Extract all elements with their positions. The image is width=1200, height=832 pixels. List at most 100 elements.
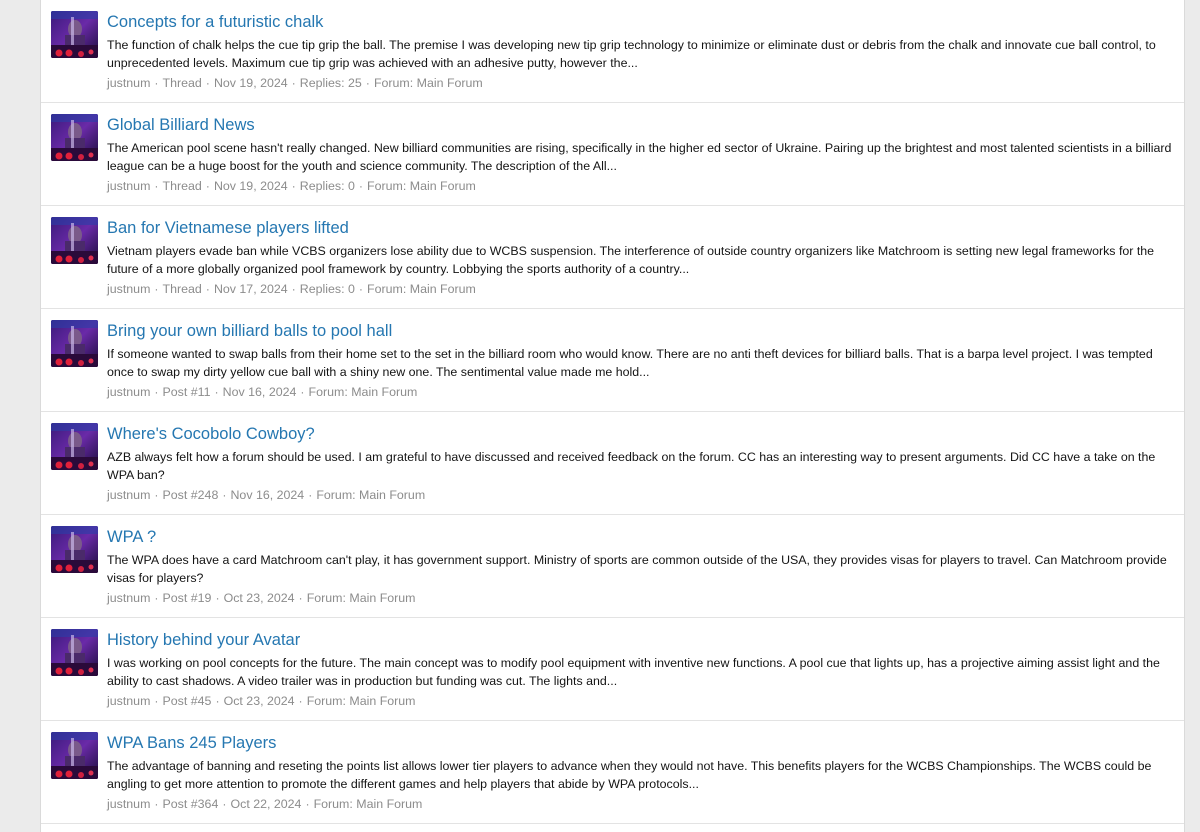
result-title-link[interactable]: Ban for Vietnamese players lifted bbox=[107, 217, 1172, 239]
forum-link[interactable]: Main Forum bbox=[410, 282, 476, 296]
content-type: Post #248 bbox=[162, 488, 219, 502]
avatar-image bbox=[51, 732, 98, 779]
content-type: Thread bbox=[162, 282, 202, 296]
avatar-image bbox=[51, 423, 98, 470]
author-link[interactable]: justnum bbox=[107, 797, 150, 811]
meta-separator: · bbox=[154, 694, 159, 708]
forum-label: Forum: bbox=[313, 797, 353, 811]
result-meta: justnum · Post #45 · Oct 23, 2024 · Forum: Mai… bbox=[107, 692, 1172, 710]
meta-separator: · bbox=[154, 797, 159, 811]
result-meta: justnum · Post #11 · Nov 16, 2024 · Forum: Mai… bbox=[107, 383, 1172, 401]
result-snippet: The advantage of banning and reseting th… bbox=[107, 759, 1152, 791]
result-content: Where's Cocobolo Cowboy? AZB always felt… bbox=[107, 423, 1172, 504]
forum-link[interactable]: Main Forum bbox=[410, 179, 476, 193]
avatar-image bbox=[51, 526, 98, 573]
meta-separator: · bbox=[154, 179, 159, 193]
reply-count: Replies: 0 bbox=[299, 179, 355, 193]
meta-separator: · bbox=[205, 282, 210, 296]
meta-separator: · bbox=[298, 694, 303, 708]
search-results-list: Concepts for a futuristic chalk The func… bbox=[40, 0, 1185, 832]
extra-wrap: · Replies: 0 bbox=[288, 282, 355, 296]
author-link[interactable]: justnum bbox=[107, 694, 150, 708]
user-avatar[interactable] bbox=[51, 732, 98, 779]
meta-separator: · bbox=[205, 179, 210, 193]
forum-link[interactable]: Main Forum bbox=[349, 591, 415, 605]
post-date: Nov 16, 2024 bbox=[222, 385, 297, 399]
meta-separator: · bbox=[222, 488, 227, 502]
content-type: Thread bbox=[162, 76, 202, 90]
extra-wrap: · Replies: 25 bbox=[288, 76, 362, 90]
result-content: Ban for Vietnamese players lifted Vietna… bbox=[107, 217, 1172, 298]
result-snippet: AZB always felt how a forum should be us… bbox=[107, 450, 1156, 482]
forum-label: Forum: bbox=[308, 385, 348, 399]
post-date: Oct 23, 2024 bbox=[223, 591, 295, 605]
user-avatar[interactable] bbox=[51, 526, 98, 573]
meta-separator: · bbox=[291, 282, 296, 296]
forum-link[interactable]: Main Forum bbox=[349, 694, 415, 708]
meta-separator: · bbox=[215, 591, 220, 605]
meta-separator: · bbox=[222, 797, 227, 811]
meta-separator: · bbox=[205, 76, 210, 90]
result-title-link[interactable]: Concepts for a futuristic chalk bbox=[107, 11, 1172, 33]
search-result-item: WPA Bans 245 Players The advantage of ba… bbox=[41, 721, 1184, 824]
result-title-link[interactable]: WPA Bans 245 Players bbox=[107, 732, 1172, 754]
meta-separator: · bbox=[358, 179, 364, 193]
result-content: History behind your Avatar I was working… bbox=[107, 629, 1172, 710]
meta-separator: · bbox=[291, 76, 296, 90]
avatar-image bbox=[51, 217, 98, 264]
result-title-link[interactable]: WPA ? bbox=[107, 526, 1172, 548]
meta-separator: · bbox=[215, 694, 220, 708]
forum-link[interactable]: Main Forum bbox=[359, 488, 425, 502]
result-snippet: I was working on pool concepts for the f… bbox=[107, 656, 1160, 688]
user-avatar[interactable] bbox=[51, 114, 98, 161]
user-avatar[interactable] bbox=[51, 320, 98, 367]
result-title-link[interactable]: Bring your own billiard balls to pool ha… bbox=[107, 320, 1172, 342]
search-result-item: Where's Cocobolo Cowboy? AZB always felt… bbox=[41, 412, 1184, 515]
meta-separator: · bbox=[154, 282, 159, 296]
post-date: Oct 23, 2024 bbox=[223, 694, 295, 708]
result-content: WPA ? The WPA does have a card Matchroom… bbox=[107, 526, 1172, 607]
meta-separator: · bbox=[214, 385, 219, 399]
author-link[interactable]: justnum bbox=[107, 591, 150, 605]
result-meta: justnum · Thread · Nov 19, 2024 · Replies: 0 · F… bbox=[107, 177, 1172, 195]
post-date: Oct 22, 2024 bbox=[230, 797, 302, 811]
search-result-item: Ban for Vietnamese players lifted Vietna… bbox=[41, 206, 1184, 309]
meta-separator: · bbox=[358, 282, 364, 296]
user-avatar[interactable] bbox=[51, 11, 98, 58]
meta-separator: · bbox=[291, 179, 296, 193]
forum-label: Forum: bbox=[316, 488, 356, 502]
result-meta: justnum · Thread · Nov 19, 2024 · Replies: 25 ·… bbox=[107, 74, 1172, 92]
reply-count: Replies: 25 bbox=[299, 76, 362, 90]
forum-label: Forum: bbox=[367, 282, 407, 296]
meta-separator: · bbox=[308, 488, 313, 502]
user-avatar[interactable] bbox=[51, 629, 98, 676]
forum-label: Forum: bbox=[373, 76, 414, 90]
user-avatar[interactable] bbox=[51, 423, 98, 470]
forum-link[interactable]: Main Forum bbox=[351, 385, 417, 399]
result-snippet: The function of chalk helps the cue tip … bbox=[107, 38, 1156, 70]
result-content: WPA Bans 245 Players The advantage of ba… bbox=[107, 732, 1172, 813]
author-link[interactable]: justnum bbox=[107, 76, 150, 90]
result-title-link[interactable]: Global Billiard News bbox=[107, 114, 1172, 136]
result-title-link[interactable]: Where's Cocobolo Cowboy? bbox=[107, 423, 1172, 445]
search-result-item: History behind your Avatar I was working… bbox=[41, 618, 1184, 721]
result-title-link[interactable]: History behind your Avatar bbox=[107, 629, 1172, 651]
avatar-image bbox=[51, 320, 98, 367]
meta-separator: · bbox=[365, 76, 370, 90]
result-snippet: The WPA does have a card Matchroom can't… bbox=[107, 553, 1167, 585]
author-link[interactable]: justnum bbox=[107, 385, 150, 399]
content-type: Thread bbox=[162, 179, 202, 193]
forum-link[interactable]: Main Forum bbox=[417, 76, 483, 90]
author-link[interactable]: justnum bbox=[107, 488, 150, 502]
result-snippet: If someone wanted to swap balls from the… bbox=[107, 347, 1153, 379]
avatar-image bbox=[51, 629, 98, 676]
user-avatar[interactable] bbox=[51, 217, 98, 264]
result-snippet: Vietnam players evade ban while VCBS org… bbox=[107, 244, 1155, 276]
meta-separator: · bbox=[305, 797, 310, 811]
author-link[interactable]: justnum bbox=[107, 282, 150, 296]
meta-separator: · bbox=[298, 591, 303, 605]
forum-link[interactable]: Main Forum bbox=[356, 797, 422, 811]
meta-separator: · bbox=[154, 591, 159, 605]
author-link[interactable]: justnum bbox=[107, 179, 150, 193]
search-result-item: Global Billiard News The American pool s… bbox=[41, 103, 1184, 206]
